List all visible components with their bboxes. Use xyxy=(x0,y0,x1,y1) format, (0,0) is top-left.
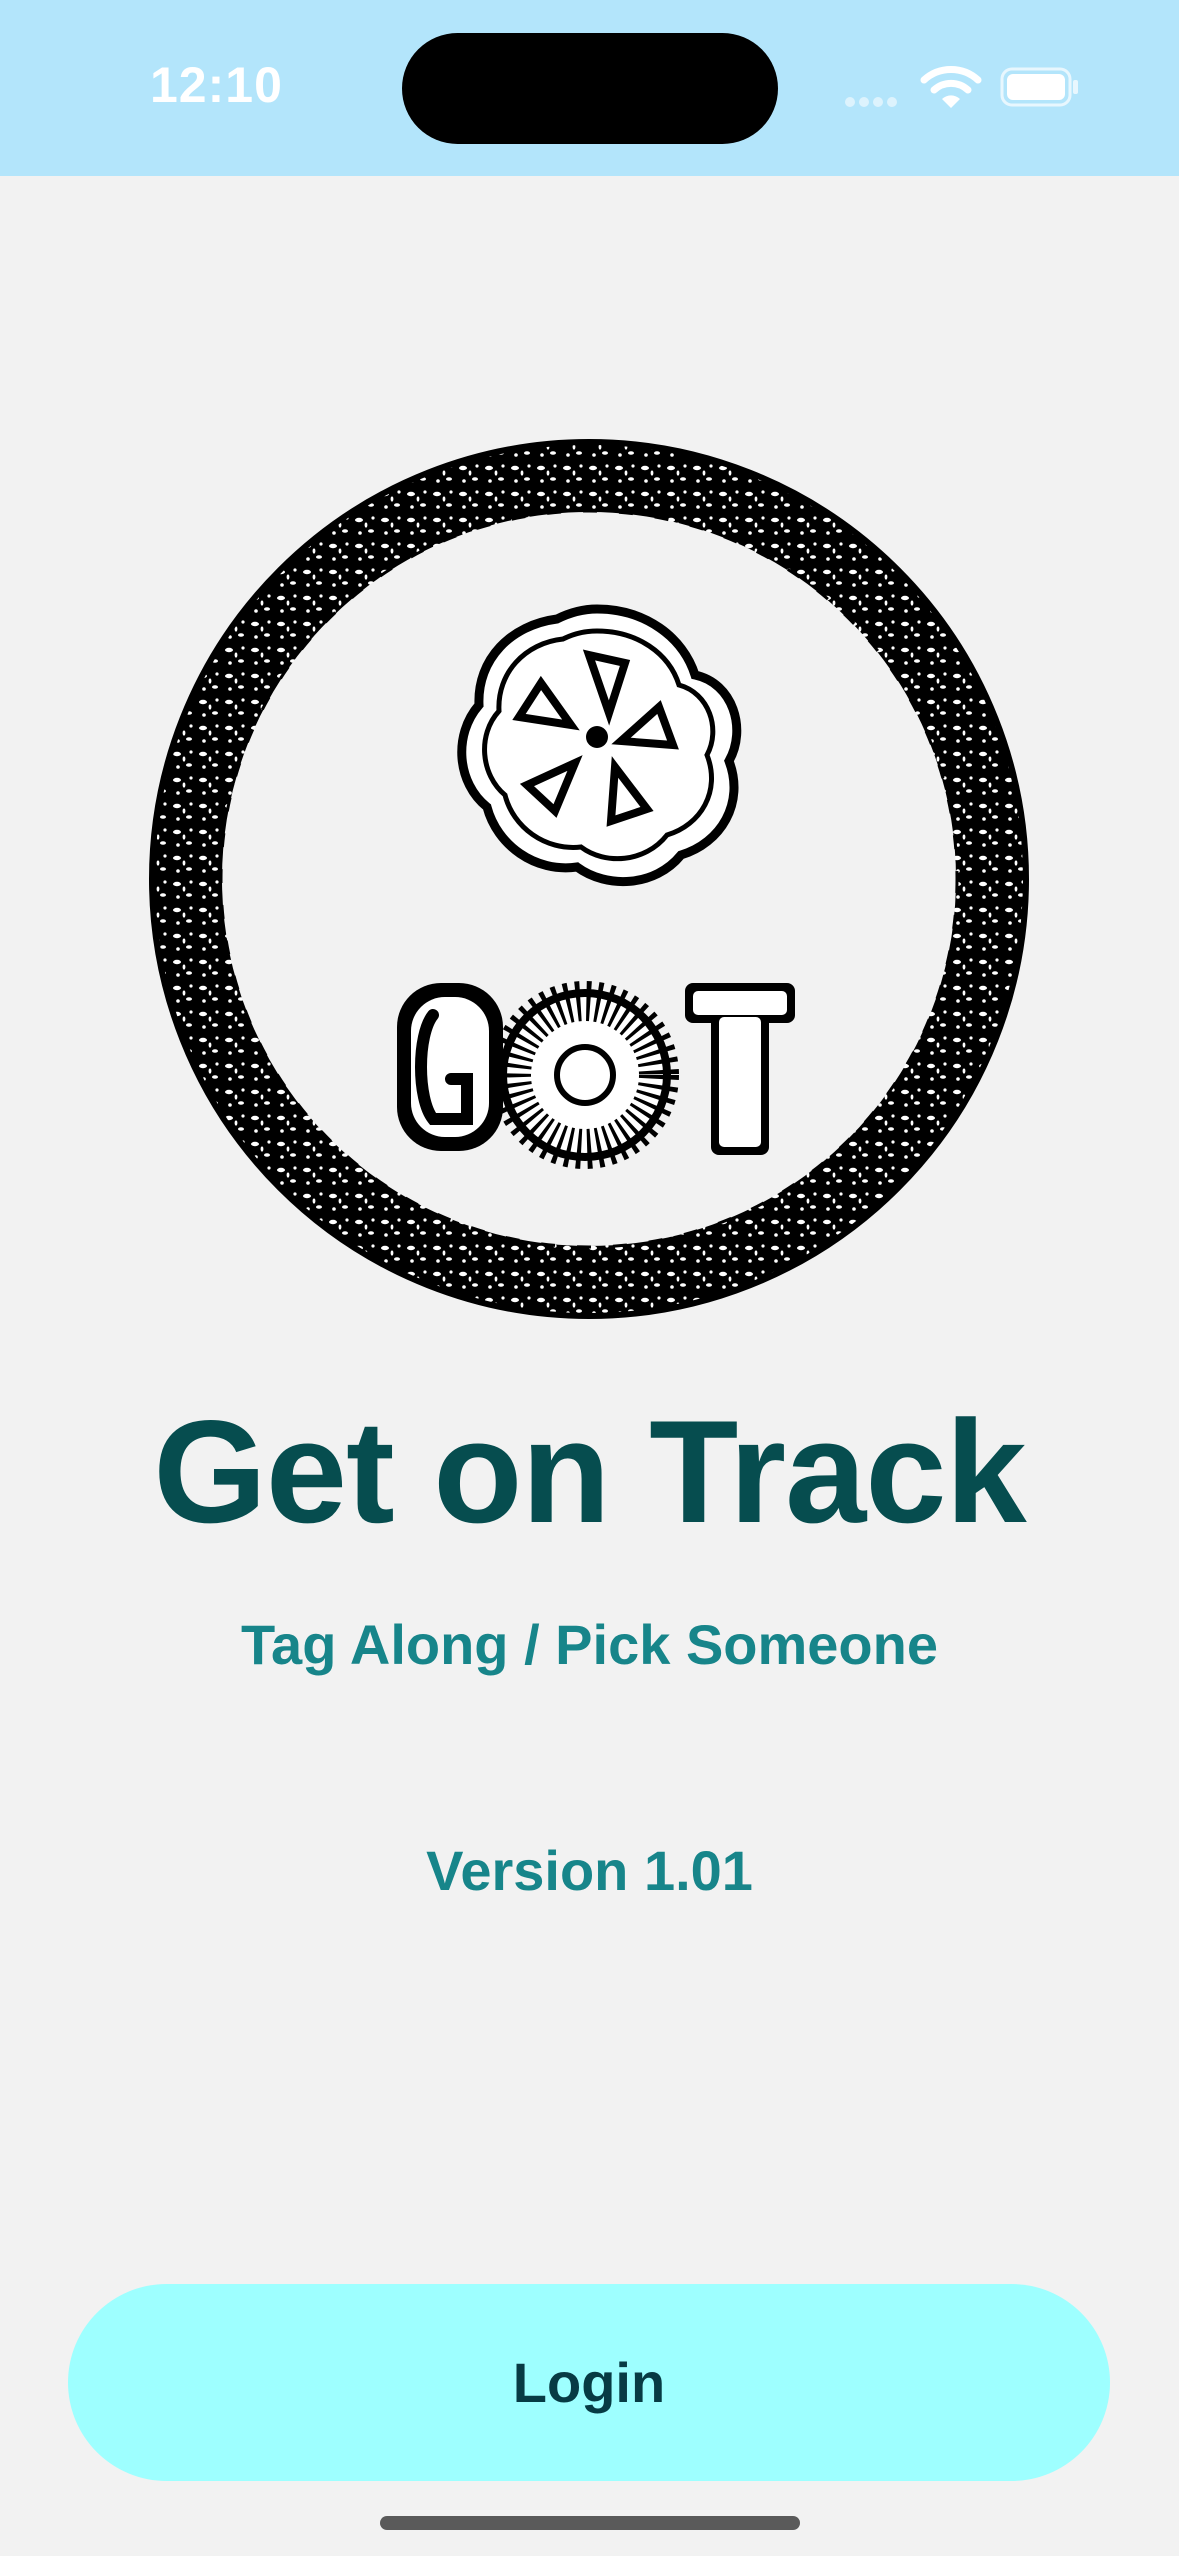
cellular-signal-icon xyxy=(845,94,903,108)
home-indicator[interactable] xyxy=(380,2516,800,2530)
logo-letter-o xyxy=(491,981,679,1169)
login-button[interactable]: Login xyxy=(68,2284,1110,2481)
dynamic-island xyxy=(402,33,778,144)
status-time: 12:10 xyxy=(150,57,283,113)
status-bar: 12:10 xyxy=(0,0,1179,176)
app-title: Get on Track xyxy=(153,1390,1026,1553)
app-tagline: Tag Along / Pick Someone xyxy=(241,1613,938,1676)
app-version: Version 1.01 xyxy=(426,1839,753,1902)
battery-icon xyxy=(1000,67,1078,107)
got-logo-icon xyxy=(149,439,1029,1319)
logo-letter-g xyxy=(397,983,503,1151)
wifi-icon xyxy=(920,66,982,108)
logo-letter-t xyxy=(685,983,795,1155)
